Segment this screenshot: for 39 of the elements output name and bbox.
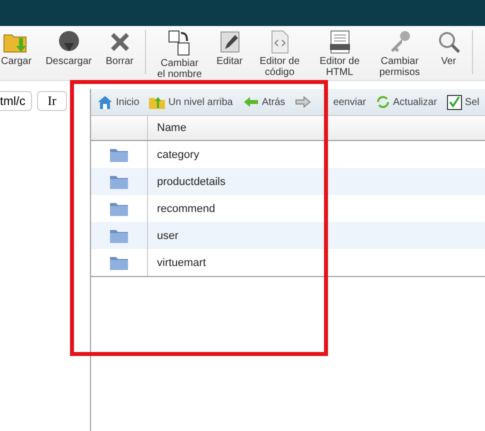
folder-icon: [110, 228, 128, 242]
folder-name[interactable]: virtuemart: [148, 249, 206, 276]
toolbar-button[interactable]: Cargar: [0, 26, 36, 67]
toolbar-button[interactable]: Editor de código: [252, 26, 307, 78]
document-icon: [328, 30, 352, 54]
folder-icon: [110, 148, 128, 162]
toolbar-button[interactable]: Cambiar permisos: [372, 26, 427, 78]
nav-button[interactable]: Sel: [446, 94, 480, 110]
checkbox-icon: [446, 94, 462, 110]
nav-button[interactable]: Actualizar: [376, 95, 437, 109]
rename-icon: [168, 30, 192, 56]
toolbar-button[interactable]: Cambiar el nombre: [152, 26, 207, 80]
nav-button[interactable]: Inicio: [97, 95, 140, 109]
left-arrow-icon: [242, 96, 259, 108]
magnifier-icon: [436, 30, 461, 54]
go-button[interactable]: Ir: [37, 91, 67, 111]
folder-icon: [110, 174, 128, 188]
folder-up-icon: [149, 95, 166, 109]
folder-name[interactable]: category: [148, 141, 200, 168]
toolbar-button[interactable]: Borrar: [102, 26, 138, 67]
pencil-icon: [218, 30, 241, 54]
folder-name[interactable]: user: [148, 222, 178, 249]
document-icon: [268, 30, 291, 54]
right-arrow-icon: [295, 96, 312, 108]
path-field[interactable]: tml/c: [0, 91, 32, 111]
refresh-icon: [376, 95, 390, 109]
folder-icon: [110, 256, 128, 270]
toolbar-button[interactable]: Ver: [432, 26, 465, 67]
nav-button[interactable]: Atrás: [242, 96, 286, 108]
folder-name[interactable]: recommend: [148, 195, 216, 222]
toolbar-button[interactable]: Editar: [212, 26, 247, 67]
nav-button[interactable]: Un nivel arriba: [149, 95, 233, 109]
column-header: Name: [156, 121, 186, 136]
nav-button[interactable]: eenviar: [295, 96, 366, 108]
toolbar-button[interactable]: Editor de HTML: [312, 26, 367, 78]
folder-icon: [110, 202, 128, 216]
toolbar-button[interactable]: Descargar: [42, 26, 96, 67]
folder-name[interactable]: productdetails: [148, 168, 226, 195]
home-icon: [97, 95, 113, 109]
